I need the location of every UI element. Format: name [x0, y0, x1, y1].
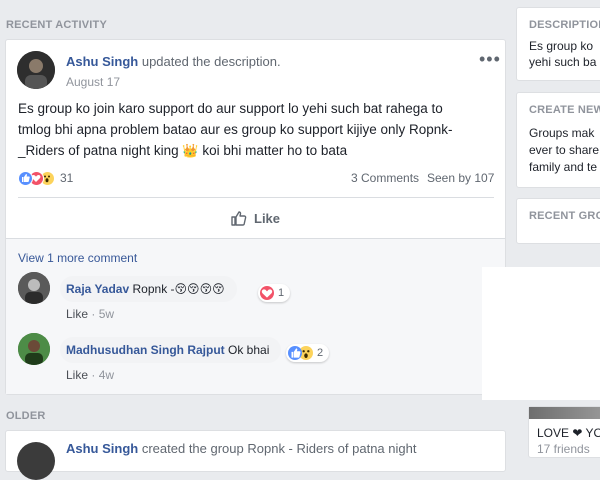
comment-reaction-summary[interactable]: 2	[286, 344, 330, 362]
comments-section: View 1 more comment Raja Yadav Ropnk -😚😚…	[6, 239, 505, 394]
create-text: ever to share	[529, 143, 600, 157]
separator-dot: ·	[91, 307, 96, 321]
recent-groups-title: RECENT GRO	[529, 210, 600, 222]
post-author-avatar[interactable]	[17, 442, 55, 480]
post-author-name[interactable]: Ashu Singh	[66, 54, 138, 69]
like-reaction-icon	[288, 346, 302, 360]
comment-bubble: Madhusudhan Singh Rajput Ok bhai	[60, 337, 282, 363]
create-new-title: CREATE NEW	[529, 104, 600, 116]
comment-text: Ok bhai	[228, 343, 270, 357]
sidebar-group-card[interactable]: LOVE ❤ YO 17 friends	[528, 406, 600, 458]
post-body-line: _Riders of patna night king	[18, 143, 179, 158]
comment-timestamp[interactable]: 5w	[99, 307, 114, 321]
separator-dot: ·	[91, 368, 96, 382]
post-action-text: updated the description.	[141, 54, 281, 69]
post-author-avatar[interactable]	[17, 51, 55, 89]
comment-bubble: Raja Yadav Ropnk -😚😚😚😚	[60, 276, 237, 302]
divider	[18, 197, 494, 198]
comment-timestamp[interactable]: 4w	[99, 368, 114, 382]
older-post-card: Ashu Singh created the group Ropnk - Rid…	[5, 430, 506, 480]
comment-reaction-count: 2	[317, 347, 324, 359]
post-card: Ashu Singh updated the description. Augu…	[5, 39, 506, 395]
comment-reaction-summary[interactable]: 1	[258, 284, 291, 302]
crown-icon: 👑	[182, 143, 199, 158]
sidebar-create-card: CREATE NEW Groups mak ever to share fami…	[516, 92, 600, 188]
comment-author-avatar[interactable]	[18, 333, 50, 365]
sidebar-recent-groups-card: RECENT GRO	[516, 198, 600, 244]
comments-count[interactable]: 3 Comments	[351, 171, 419, 185]
create-text: family and te	[529, 160, 598, 174]
post-date[interactable]: August 17	[66, 75, 120, 89]
older-label: OLDER	[6, 410, 46, 422]
group-name[interactable]: LOVE ❤ YO	[537, 426, 600, 440]
description-text: yehi such ba	[529, 55, 597, 69]
kissing-emoji-icon: 😚😚😚😚	[174, 282, 225, 296]
like-button[interactable]: Like	[230, 207, 280, 229]
post-body-line: Es group ko join karo support do aur sup…	[18, 101, 443, 116]
like-button-label: Like	[254, 210, 281, 226]
post-author-name[interactable]: Ashu Singh	[66, 441, 138, 456]
thumbs-up-icon	[230, 209, 248, 227]
description-text: Es group ko	[529, 39, 594, 53]
comment-author-name[interactable]: Madhusudhan Singh Rajput	[66, 343, 225, 357]
post-action-text: created the group Ropnk - Riders of patn…	[141, 441, 417, 456]
blank-panel	[482, 267, 600, 400]
view-more-comments-link[interactable]: View 1 more comment	[18, 251, 137, 265]
like-reaction-icon	[18, 171, 33, 186]
love-reaction-icon	[260, 286, 274, 300]
comment-like-link[interactable]: Like	[66, 368, 88, 382]
create-text: Groups mak	[529, 126, 595, 140]
sidebar-description-card: DESCRIPTION Es group ko yehi such ba	[516, 7, 600, 81]
post-body: Es group ko join karo support do aur sup…	[18, 98, 498, 161]
reaction-count: 31	[60, 171, 74, 185]
post-body-line: koi bhi matter ho to bata	[202, 143, 348, 158]
post-options-icon[interactable]: •••	[479, 50, 501, 68]
comment-like-link[interactable]: Like	[66, 307, 88, 321]
group-friends-count: 17 friends	[537, 442, 590, 456]
seen-by-count[interactable]: Seen by 107	[427, 171, 494, 185]
comment-author-avatar[interactable]	[18, 272, 50, 304]
recent-activity-label: RECENT ACTIVITY	[6, 19, 107, 31]
group-cover-image	[529, 407, 600, 419]
reaction-summary[interactable]: 31	[18, 170, 98, 188]
description-title: DESCRIPTION	[529, 19, 600, 31]
post-body-line: tmlog bhi apna problem batao aur es grou…	[18, 122, 453, 137]
comment-author-name[interactable]: Raja Yadav	[66, 282, 129, 296]
comment-text: Ropnk -	[132, 282, 175, 296]
comment-reaction-count: 1	[278, 287, 285, 299]
